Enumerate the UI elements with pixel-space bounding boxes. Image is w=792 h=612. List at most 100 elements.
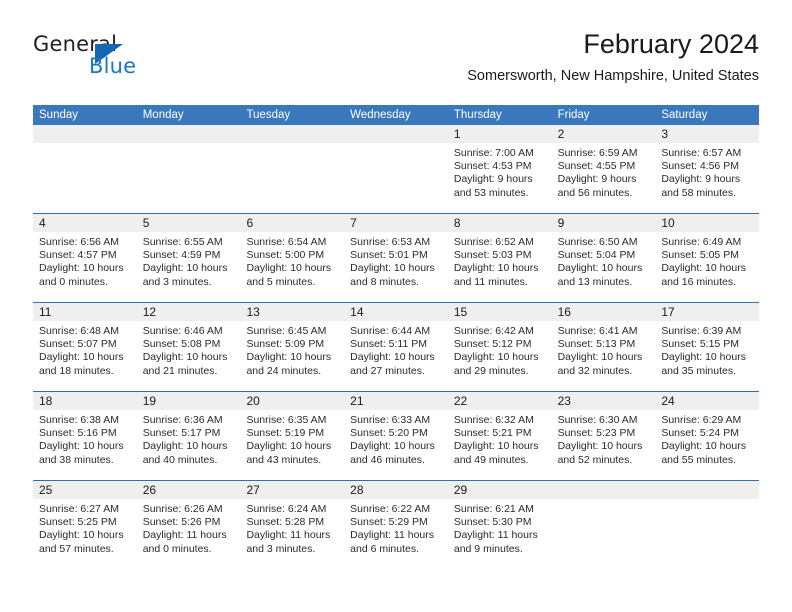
day-number: 7 [344, 214, 448, 232]
day-daylight2-text: and 6 minutes. [350, 542, 420, 555]
day-daylight-text: Daylight: 10 hours [39, 529, 124, 542]
day-cell-15[interactable]: 15 Sunrise: 6:42 AM Sunset: 5:12 PM Dayligh… [447, 303, 552, 391]
day-details [655, 499, 759, 569]
day-number: 25 [33, 481, 137, 499]
day-cell-7[interactable]: 7 Sunrise: 6:53 AM Sunset: 5:01 PM Daylight… [344, 214, 448, 302]
day-cell-20[interactable]: 20 Sunrise: 6:35 AM Sunset: 5:19 PM Dayligh… [240, 392, 345, 480]
day-sunrise-text: Sunrise: 6:56 AM [39, 236, 119, 248]
day-sunset-text: Sunset: 5:29 PM [350, 516, 428, 529]
day-details: Sunrise: 6:48 AM Sunset: 5:07 PM Daylight:… [33, 321, 137, 391]
day-cell-6[interactable]: 6 Sunrise: 6:54 AM Sunset: 5:00 PM Daylight… [240, 214, 345, 302]
day-daylight-text: Daylight: 10 hours [246, 440, 332, 453]
day-cell-12[interactable]: 12 Sunrise: 6:46 AM Sunset: 5:08 PM Dayligh… [136, 303, 241, 391]
page-title: February 2024 [583, 29, 759, 59]
day-cell-22[interactable]: 22 Sunrise: 6:32 AM Sunset: 5:21 PM Dayligh… [447, 392, 552, 480]
day-sunrise-text: Sunrise: 6:54 AM [246, 236, 327, 248]
day-sunrise-text: Sunrise: 6:53 AM [350, 236, 431, 248]
day-cell-5[interactable]: 5 Sunrise: 6:55 AM Sunset: 4:59 PM Daylight… [136, 214, 241, 302]
day-cell-25[interactable]: 25 Sunrise: 6:27 AM Sunset: 5:25 PM Dayligh… [33, 481, 137, 569]
day-daylight2-text: and 29 minutes. [453, 364, 529, 377]
day-sunset-text: Sunset: 4:57 PM [39, 249, 117, 262]
day-cell-17[interactable]: 17 Sunrise: 6:39 AM Sunset: 5:15 PM Dayligh… [655, 303, 760, 391]
day-details: Sunrise: 6:27 AM Sunset: 5:25 PM Daylight:… [33, 499, 137, 569]
day-number: 5 [136, 214, 241, 232]
day-sunrise-text: Sunrise: 7:00 AM [453, 147, 534, 159]
day-daylight-text: Daylight: 11 hours [142, 529, 227, 542]
day-daylight2-text: and 46 minutes. [350, 453, 425, 466]
day-cell-18[interactable]: 18 Sunrise: 6:38 AM Sunset: 5:16 PM Dayligh… [33, 392, 137, 480]
day-cell-10[interactable]: 10 Sunrise: 6:49 AM Sunset: 5:05 PM Dayligh… [655, 214, 760, 302]
day-cell-28[interactable]: 28 Sunrise: 6:22 AM Sunset: 5:29 PM Dayligh… [344, 481, 448, 569]
day-sunset-text: Sunset: 4:53 PM [453, 160, 532, 173]
day-cell-9[interactable]: 9 Sunrise: 6:50 AM Sunset: 5:04 PM Daylight… [551, 214, 656, 302]
day-number: 22 [447, 392, 552, 410]
day-cell-16[interactable]: 16 Sunrise: 6:41 AM Sunset: 5:13 PM Dayligh… [551, 303, 656, 391]
day-sunset-text: Sunset: 5:11 PM [350, 338, 428, 351]
day-sunset-text: Sunset: 4:55 PM [557, 160, 636, 173]
day-details: Sunrise: 6:39 AM Sunset: 5:15 PM Daylight:… [655, 321, 759, 391]
day-cell-13[interactable]: 13 Sunrise: 6:45 AM Sunset: 5:09 PM Dayligh… [240, 303, 345, 391]
day-number: 26 [136, 481, 241, 499]
day-sunrise-text: Sunrise: 6:59 AM [557, 147, 638, 159]
day-daylight-text: Daylight: 10 hours [39, 440, 124, 453]
day-daylight-text: Daylight: 10 hours [142, 262, 228, 275]
day-sunrise-text: Sunrise: 6:48 AM [39, 325, 119, 337]
day-daylight2-text: and 11 minutes. [453, 275, 528, 288]
day-daylight2-text: and 53 minutes. [453, 186, 529, 199]
day-cell-3[interactable]: 3 Sunrise: 6:57 AM Sunset: 4:56 PM Daylight… [655, 125, 760, 213]
day-cell-14[interactable]: 14 Sunrise: 6:44 AM Sunset: 5:11 PM Dayligh… [344, 303, 448, 391]
day-sunset-text: Sunset: 5:09 PM [246, 338, 325, 351]
day-number: 10 [655, 214, 760, 232]
day-number [551, 481, 656, 499]
day-daylight2-text: and 16 minutes. [661, 275, 737, 288]
weekday-header-monday: Monday [142, 109, 184, 121]
day-cell-24[interactable]: 24 Sunrise: 6:29 AM Sunset: 5:24 PM Dayligh… [655, 392, 760, 480]
day-daylight2-text: and 3 minutes. [142, 275, 212, 288]
day-cell-26[interactable]: 26 Sunrise: 6:26 AM Sunset: 5:26 PM Dayligh… [136, 481, 241, 569]
day-cell-19[interactable]: 19 Sunrise: 6:36 AM Sunset: 5:17 PM Dayligh… [136, 392, 241, 480]
day-daylight2-text: and 18 minutes. [39, 364, 114, 377]
day-details: Sunrise: 6:38 AM Sunset: 5:16 PM Daylight:… [33, 410, 137, 480]
day-details: Sunrise: 6:32 AM Sunset: 5:21 PM Daylight:… [448, 410, 552, 480]
day-number: 20 [240, 392, 345, 410]
day-details: Sunrise: 6:24 AM Sunset: 5:28 PM Daylight:… [240, 499, 344, 569]
day-daylight-text: Daylight: 10 hours [557, 262, 643, 275]
day-cell-4[interactable]: 4 Sunrise: 6:56 AM Sunset: 4:57 PM Daylight… [33, 214, 137, 302]
day-sunrise-text: Sunrise: 6:49 AM [661, 236, 742, 248]
day-sunset-text: Sunset: 5:04 PM [557, 249, 636, 262]
day-cell-11[interactable]: 11 Sunrise: 6:48 AM Sunset: 5:07 PM Dayligh… [33, 303, 137, 391]
day-cell-21[interactable]: 21 Sunrise: 6:33 AM Sunset: 5:20 PM Dayligh… [344, 392, 448, 480]
weekday-header-row: Sunday Monday Tuesday Wednesday Thursday Frid… [33, 105, 759, 125]
day-daylight2-text: and 35 minutes. [661, 364, 737, 377]
day-cell-empty [33, 125, 137, 213]
day-cell-27[interactable]: 27 Sunrise: 6:24 AM Sunset: 5:28 PM Dayligh… [240, 481, 345, 569]
day-daylight2-text: and 24 minutes. [246, 364, 322, 377]
day-details: Sunrise: 7:00 AM Sunset: 4:53 PM Daylight:… [448, 143, 552, 213]
day-sunrise-text: Sunrise: 6:57 AM [661, 147, 742, 159]
day-sunrise-text: Sunrise: 6:35 AM [246, 414, 327, 426]
day-daylight-text: Daylight: 10 hours [350, 262, 435, 275]
day-cell-23[interactable]: 23 Sunrise: 6:30 AM Sunset: 5:23 PM Dayligh… [551, 392, 656, 480]
day-sunrise-text: Sunrise: 6:32 AM [453, 414, 534, 426]
day-daylight-text: Daylight: 9 hours [557, 173, 637, 186]
week-row: 25 Sunrise: 6:27 AM Sunset: 5:25 PM Dayligh… [33, 480, 760, 569]
day-number: 6 [240, 214, 345, 232]
day-cell-2[interactable]: 2 Sunrise: 6:59 AM Sunset: 4:55 PM Daylight… [551, 125, 656, 213]
day-sunrise-text: Sunrise: 6:27 AM [39, 503, 119, 515]
day-details: Sunrise: 6:33 AM Sunset: 5:20 PM Daylight:… [344, 410, 448, 480]
day-details [344, 143, 448, 213]
day-daylight-text: Daylight: 10 hours [246, 262, 332, 275]
day-cell-empty [240, 125, 345, 213]
day-number [655, 481, 760, 499]
day-cell-29[interactable]: 29 Sunrise: 6:21 AM Sunset: 5:30 PM Dayligh… [447, 481, 552, 569]
day-details: Sunrise: 6:56 AM Sunset: 4:57 PM Daylight:… [33, 232, 137, 302]
day-daylight-text: Daylight: 10 hours [453, 262, 539, 275]
day-daylight-text: Daylight: 10 hours [142, 351, 228, 364]
day-daylight2-text: and 8 minutes. [350, 275, 420, 288]
weekday-header-thursday: Thursday [453, 109, 502, 121]
day-details: Sunrise: 6:36 AM Sunset: 5:17 PM Daylight:… [137, 410, 241, 480]
day-cell-1[interactable]: 1 Sunrise: 7:00 AM Sunset: 4:53 PM Daylight… [447, 125, 552, 213]
day-daylight-text: Daylight: 10 hours [661, 440, 746, 453]
day-daylight-text: Daylight: 11 hours [246, 529, 331, 542]
day-cell-8[interactable]: 8 Sunrise: 6:52 AM Sunset: 5:03 PM Daylight… [447, 214, 552, 302]
